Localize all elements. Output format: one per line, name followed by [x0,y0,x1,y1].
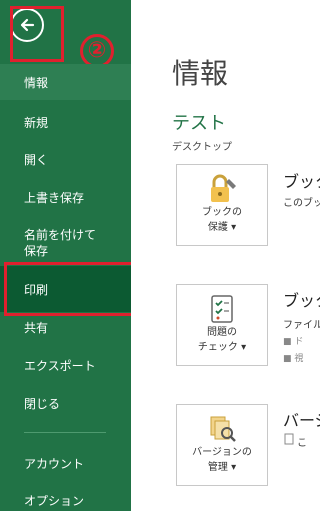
versions-section-title: バージ [283,411,320,430]
nav-options[interactable]: オプション [0,482,131,511]
nav-save-label: 上書き保存 [24,190,85,205]
manage-versions-button[interactable]: バージョンの 管理 ▾ [176,404,268,486]
checklist-icon [211,295,233,323]
inspect-bullet-2: ■ 視 [283,354,304,364]
nav-save-as[interactable]: 名前を付けて 保存 [0,222,131,264]
check-issues-label-2: チェック ▾ [197,342,247,353]
nav-new[interactable]: 新規 [0,104,131,140]
nav-new-label: 新規 [24,115,49,130]
info-panel: 情報 テスト デスクトップ ブックの 保護 ▾ ブック このブッ 問題の チェッ… [131,0,320,511]
nav-close-label: 閉じる [24,396,61,411]
document-name: テスト [172,113,226,134]
nav-save-as-label-1: 名前を付けて [24,228,97,242]
manage-versions-label-2: 管理 ▾ [207,462,237,473]
nav-close[interactable]: 閉じる [0,385,131,421]
versions-section-desc: こ [297,438,307,449]
protect-section-desc: このブッ [283,198,320,209]
nav-open-label: 開く [24,152,49,167]
back-highlight-box [10,6,64,62]
inspect-section-title: ブック [283,291,320,310]
inspect-section-desc: ファイル [283,320,320,331]
protect-workbook-label-1: ブックの [202,207,242,218]
nav-info-label: 情報 [24,75,49,90]
protect-workbook-label-2: 保護 ▾ [207,222,237,233]
callout-2: ② [80,34,114,68]
inspect-bullet-1: ■ ド [283,337,304,347]
check-issues-button[interactable]: 問題の チェック ▾ [176,284,268,366]
protect-workbook-button[interactable]: ブックの 保護 ▾ [176,164,268,246]
nav-share-label: 共有 [24,320,49,335]
nav-save[interactable]: 上書き保存 [0,179,131,215]
nav-export-label: エクスポート [24,358,96,373]
version-search-icon [210,416,236,442]
nav-account[interactable]: アカウント [0,445,131,481]
document-location: デスクトップ [172,142,232,153]
print-highlight-box [4,262,138,316]
nav-export[interactable]: エクスポート [0,347,131,383]
nav-account-label: アカウント [24,456,85,471]
nav-info[interactable]: 情報 [0,64,131,100]
nav-open[interactable]: 開く [0,141,131,177]
page-title: 情報 [172,57,229,90]
lock-key-icon [211,174,236,202]
sidebar-divider [24,432,106,433]
nav-options-label: オプション [24,493,85,508]
nav-save-as-label-2: 保存 [24,244,49,258]
check-issues-label-1: 問題の [207,327,237,338]
manage-versions-label-1: バージョンの [192,447,252,458]
nav-share[interactable]: 共有 [0,310,131,344]
backstage-sidebar: ② 情報 新規 開く 上書き保存 名前を付けて 保存 印刷 共有 エクスポート … [0,0,138,511]
document-icon [284,433,294,445]
protect-section-title: ブック [283,172,320,191]
